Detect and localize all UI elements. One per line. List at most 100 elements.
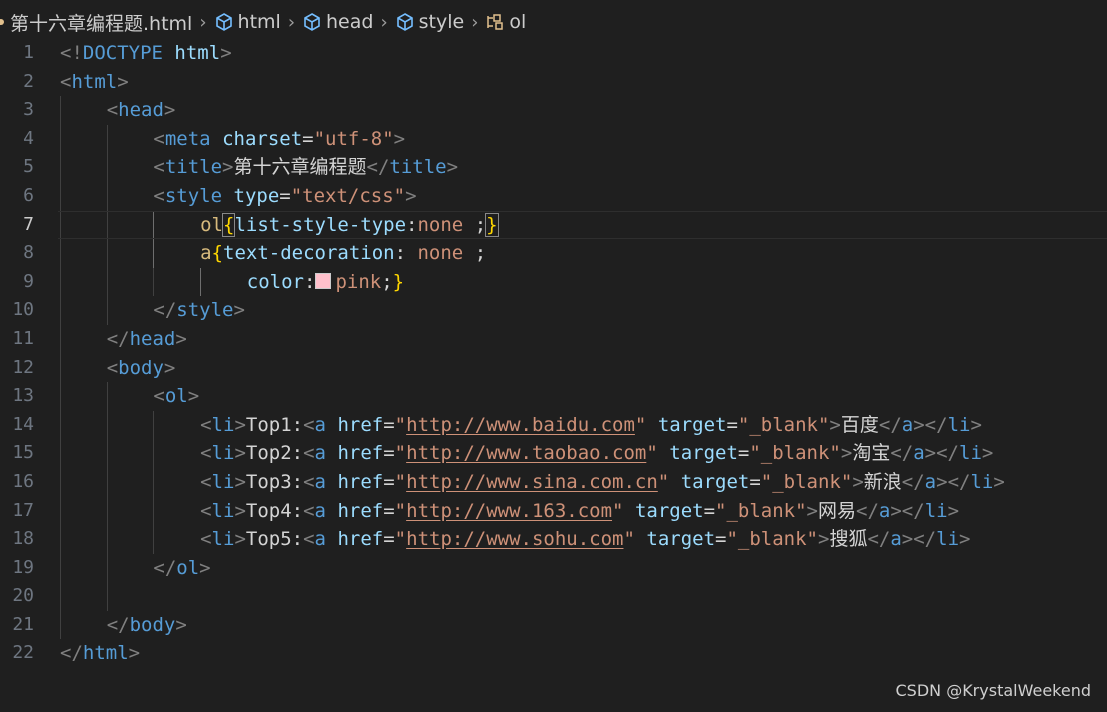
breadcrumb-file[interactable]: 第十六章编程题.html	[10, 9, 192, 36]
code-line[interactable]: 1 <!DOCTYPE html>	[0, 39, 1107, 68]
code-text: <style type="text/css">	[153, 182, 416, 211]
code-token: href	[337, 470, 384, 493]
code-token: }	[392, 270, 405, 293]
code-line[interactable]: 6 <style type="text/css">	[0, 181, 1107, 211]
code-line[interactable]: 22 </html>	[0, 639, 1107, 668]
indent-guide	[153, 267, 155, 297]
code-text: color: pink;}	[247, 268, 404, 297]
breadcrumb-item-html[interactable]: html	[214, 11, 281, 33]
code-line[interactable]: 9 color: pink;}	[0, 267, 1107, 297]
code-token: >	[234, 442, 246, 465]
code-token: </	[153, 556, 177, 579]
line-number: 11	[12, 327, 34, 349]
code-text: <head>	[107, 96, 176, 125]
code-token: <	[153, 184, 165, 207]
code-token: <	[303, 499, 315, 522]
code-line[interactable]: 15 <li>Top2:<a href="http://www.taobao.co…	[0, 439, 1107, 468]
code-token: li	[211, 442, 235, 465]
code-token: <	[200, 470, 212, 493]
breadcrumb-item-head[interactable]: head	[302, 11, 373, 33]
code-token: <	[200, 528, 212, 551]
code-link[interactable]: http://www.taobao.com	[406, 442, 646, 464]
code-token: {	[211, 242, 223, 265]
indent-guide	[60, 553, 61, 583]
code-line[interactable]: 10 </style>	[0, 296, 1107, 325]
code-token: html	[82, 642, 129, 665]
code-token: =	[703, 499, 716, 522]
code-line[interactable]: 16 <li>Top3:<a href="http://www.sina.com.…	[0, 467, 1107, 497]
indent-guide	[60, 439, 61, 468]
code-token: >	[234, 528, 246, 551]
code-token: head	[118, 99, 164, 122]
code-token: <	[153, 127, 165, 150]
code-line[interactable]: 3 <head>	[0, 96, 1107, 125]
code-token: Top3:	[245, 470, 304, 493]
code-token: <	[200, 413, 212, 436]
code-text: </ol>	[153, 554, 210, 583]
code-token: </	[60, 642, 83, 665]
indent-guide	[106, 410, 108, 440]
code-line[interactable]: 5 <title>第十六章编程题</title>	[0, 153, 1107, 182]
code-token: >	[175, 327, 187, 350]
code-token: 网易	[818, 499, 857, 522]
code-line[interactable]: 20	[0, 582, 1107, 611]
indent-guide	[106, 153, 108, 182]
code-line[interactable]: 12 <body>	[0, 353, 1107, 383]
code-token: li	[959, 442, 982, 465]
code-line[interactable]: 4 <meta charset="utf-8">	[0, 124, 1107, 154]
chevron-right-icon: ›	[287, 11, 296, 33]
indent-guide	[60, 153, 61, 182]
code-line[interactable]: 18 <li>Top5:<a href="http://www.sohu.com"…	[0, 525, 1107, 554]
code-token: li	[211, 528, 235, 551]
code-token: >	[220, 42, 232, 64]
code-token: a	[314, 470, 326, 493]
code-text: </head>	[107, 325, 187, 354]
indent-guide	[106, 181, 108, 211]
code-line[interactable]: 11 </head>	[0, 324, 1107, 354]
breadcrumb-item-ol[interactable]: ol	[485, 11, 526, 33]
code-token: target	[646, 528, 716, 551]
code-link[interactable]: http://www.sohu.com	[406, 528, 623, 550]
code-token: >	[234, 499, 246, 522]
code-token: </	[878, 413, 902, 436]
code-line[interactable]: 14 <li>Top1:<a href="http://www.baidu.com…	[0, 410, 1107, 440]
code-line[interactable]: 2 <html>	[0, 68, 1107, 97]
code-token: >	[163, 356, 176, 379]
code-token: ol	[164, 385, 188, 408]
indent-guide	[60, 267, 61, 297]
code-token: {	[221, 212, 236, 237]
code-token: a	[901, 413, 914, 436]
code-text: </html>	[60, 639, 140, 668]
code-token: "_blank"	[760, 470, 853, 493]
code-line[interactable]: 17 <li>Top4:<a href="http://www.163.com" …	[0, 496, 1107, 526]
code-token: >	[446, 156, 459, 179]
code-line[interactable]: 19 </ol>	[0, 553, 1107, 583]
line-number: 6	[23, 184, 34, 206]
code-token: <	[303, 528, 315, 551]
code-token: <	[153, 156, 165, 179]
code-line[interactable]: 13 <ol>	[0, 382, 1107, 411]
line-number: 22	[12, 642, 34, 664]
code-token: =	[383, 413, 395, 436]
indent-guide	[60, 296, 61, 325]
code-line[interactable]: 7 ol{list-style-type:none ;}	[0, 210, 1107, 240]
code-token: =	[726, 413, 738, 436]
code-editor[interactable]: 1 <!DOCTYPE html> 2 <html> 3 <head> 4 <meta cha…	[0, 39, 1107, 679]
code-token: list-style-type	[234, 213, 407, 236]
breadcrumb-item-style[interactable]: style	[395, 11, 464, 33]
code-link[interactable]: http://www.sina.com.cn	[406, 471, 658, 493]
code-link[interactable]: http://www.163.com	[406, 500, 612, 522]
code-line[interactable]: 21 </body>	[0, 610, 1107, 640]
code-line[interactable]: 8 a{text-decoration: none ;	[0, 239, 1107, 268]
code-token: target	[634, 499, 704, 522]
code-link[interactable]: http://www.baidu.com	[406, 414, 635, 436]
line-number: 10	[12, 299, 34, 321]
color-swatch-icon[interactable]	[315, 272, 332, 289]
line-number: 14	[12, 413, 34, 435]
code-token: ></	[936, 470, 971, 493]
indent-guide	[153, 210, 155, 240]
